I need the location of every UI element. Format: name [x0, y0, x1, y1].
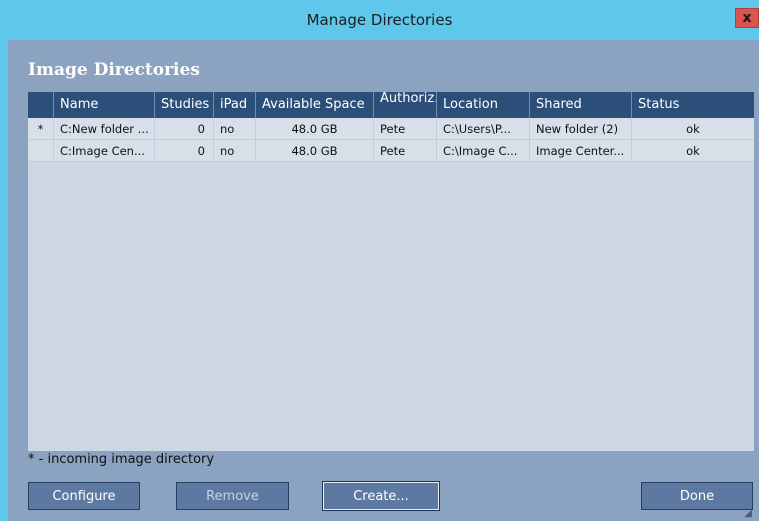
cell-studies: 0 — [155, 140, 214, 162]
cell-status: ok — [632, 140, 754, 162]
resize-grip-icon[interactable]: ◢ — [740, 508, 752, 520]
column-header-studies[interactable]: Studies — [155, 92, 214, 118]
column-header-shared[interactable]: Shared — [530, 92, 632, 118]
cell-location: C:\Image C... — [437, 140, 530, 162]
cell-name: C:New folder ... — [54, 118, 155, 140]
cell-shared: Image Center... — [530, 140, 632, 162]
column-header-location[interactable]: Location — [437, 92, 530, 118]
column-header-available-space[interactable]: Available Space — [256, 92, 374, 118]
cell-ipad: no — [214, 118, 256, 140]
cell-shared: New folder (2) — [530, 118, 632, 140]
column-header-ipad[interactable]: iPad — [214, 92, 256, 118]
column-header-authorized[interactable]: Authoriz... — [374, 92, 437, 118]
cell-name: C:Image Cen... — [54, 140, 155, 162]
row-marker — [28, 140, 54, 162]
column-header-marker[interactable] — [28, 92, 54, 118]
column-header-status[interactable]: Status — [632, 92, 754, 118]
directories-table[interactable]: Name Studies iPad Available Space Author… — [28, 92, 754, 451]
cell-ipad: no — [214, 140, 256, 162]
table-header: Name Studies iPad Available Space Author… — [28, 92, 754, 118]
cell-available-space: 48.0 GB — [256, 118, 374, 140]
cell-status: ok — [632, 118, 754, 140]
configure-button[interactable]: Configure — [28, 482, 140, 510]
section-title: Image Directories — [28, 60, 200, 80]
table-row[interactable]: C:Image Cen... 0 no 48.0 GB Pete C:\Imag… — [28, 140, 754, 162]
title-bar[interactable]: Manage Directories x — [0, 0, 759, 40]
manage-directories-window: Manage Directories x Image Directories N… — [0, 0, 759, 521]
cell-available-space: 48.0 GB — [256, 140, 374, 162]
done-button[interactable]: Done — [641, 482, 753, 510]
cell-studies: 0 — [155, 118, 214, 140]
dialog-body: Image Directories Name Studies iPad Avai… — [8, 40, 759, 521]
remove-button[interactable]: Remove — [176, 482, 289, 510]
footnote: * - incoming image directory — [28, 452, 215, 467]
cell-authorized: Pete — [374, 118, 437, 140]
close-button[interactable]: x — [735, 8, 759, 28]
close-icon: x — [742, 10, 752, 26]
table-row[interactable]: * C:New folder ... 0 no 48.0 GB Pete C:\… — [28, 118, 754, 140]
column-header-name[interactable]: Name — [54, 92, 155, 118]
window-title: Manage Directories — [306, 11, 453, 29]
cell-authorized: Pete — [374, 140, 437, 162]
create-button[interactable]: Create... — [322, 481, 440, 511]
row-marker: * — [28, 118, 54, 140]
cell-location: C:\Users\P... — [437, 118, 530, 140]
